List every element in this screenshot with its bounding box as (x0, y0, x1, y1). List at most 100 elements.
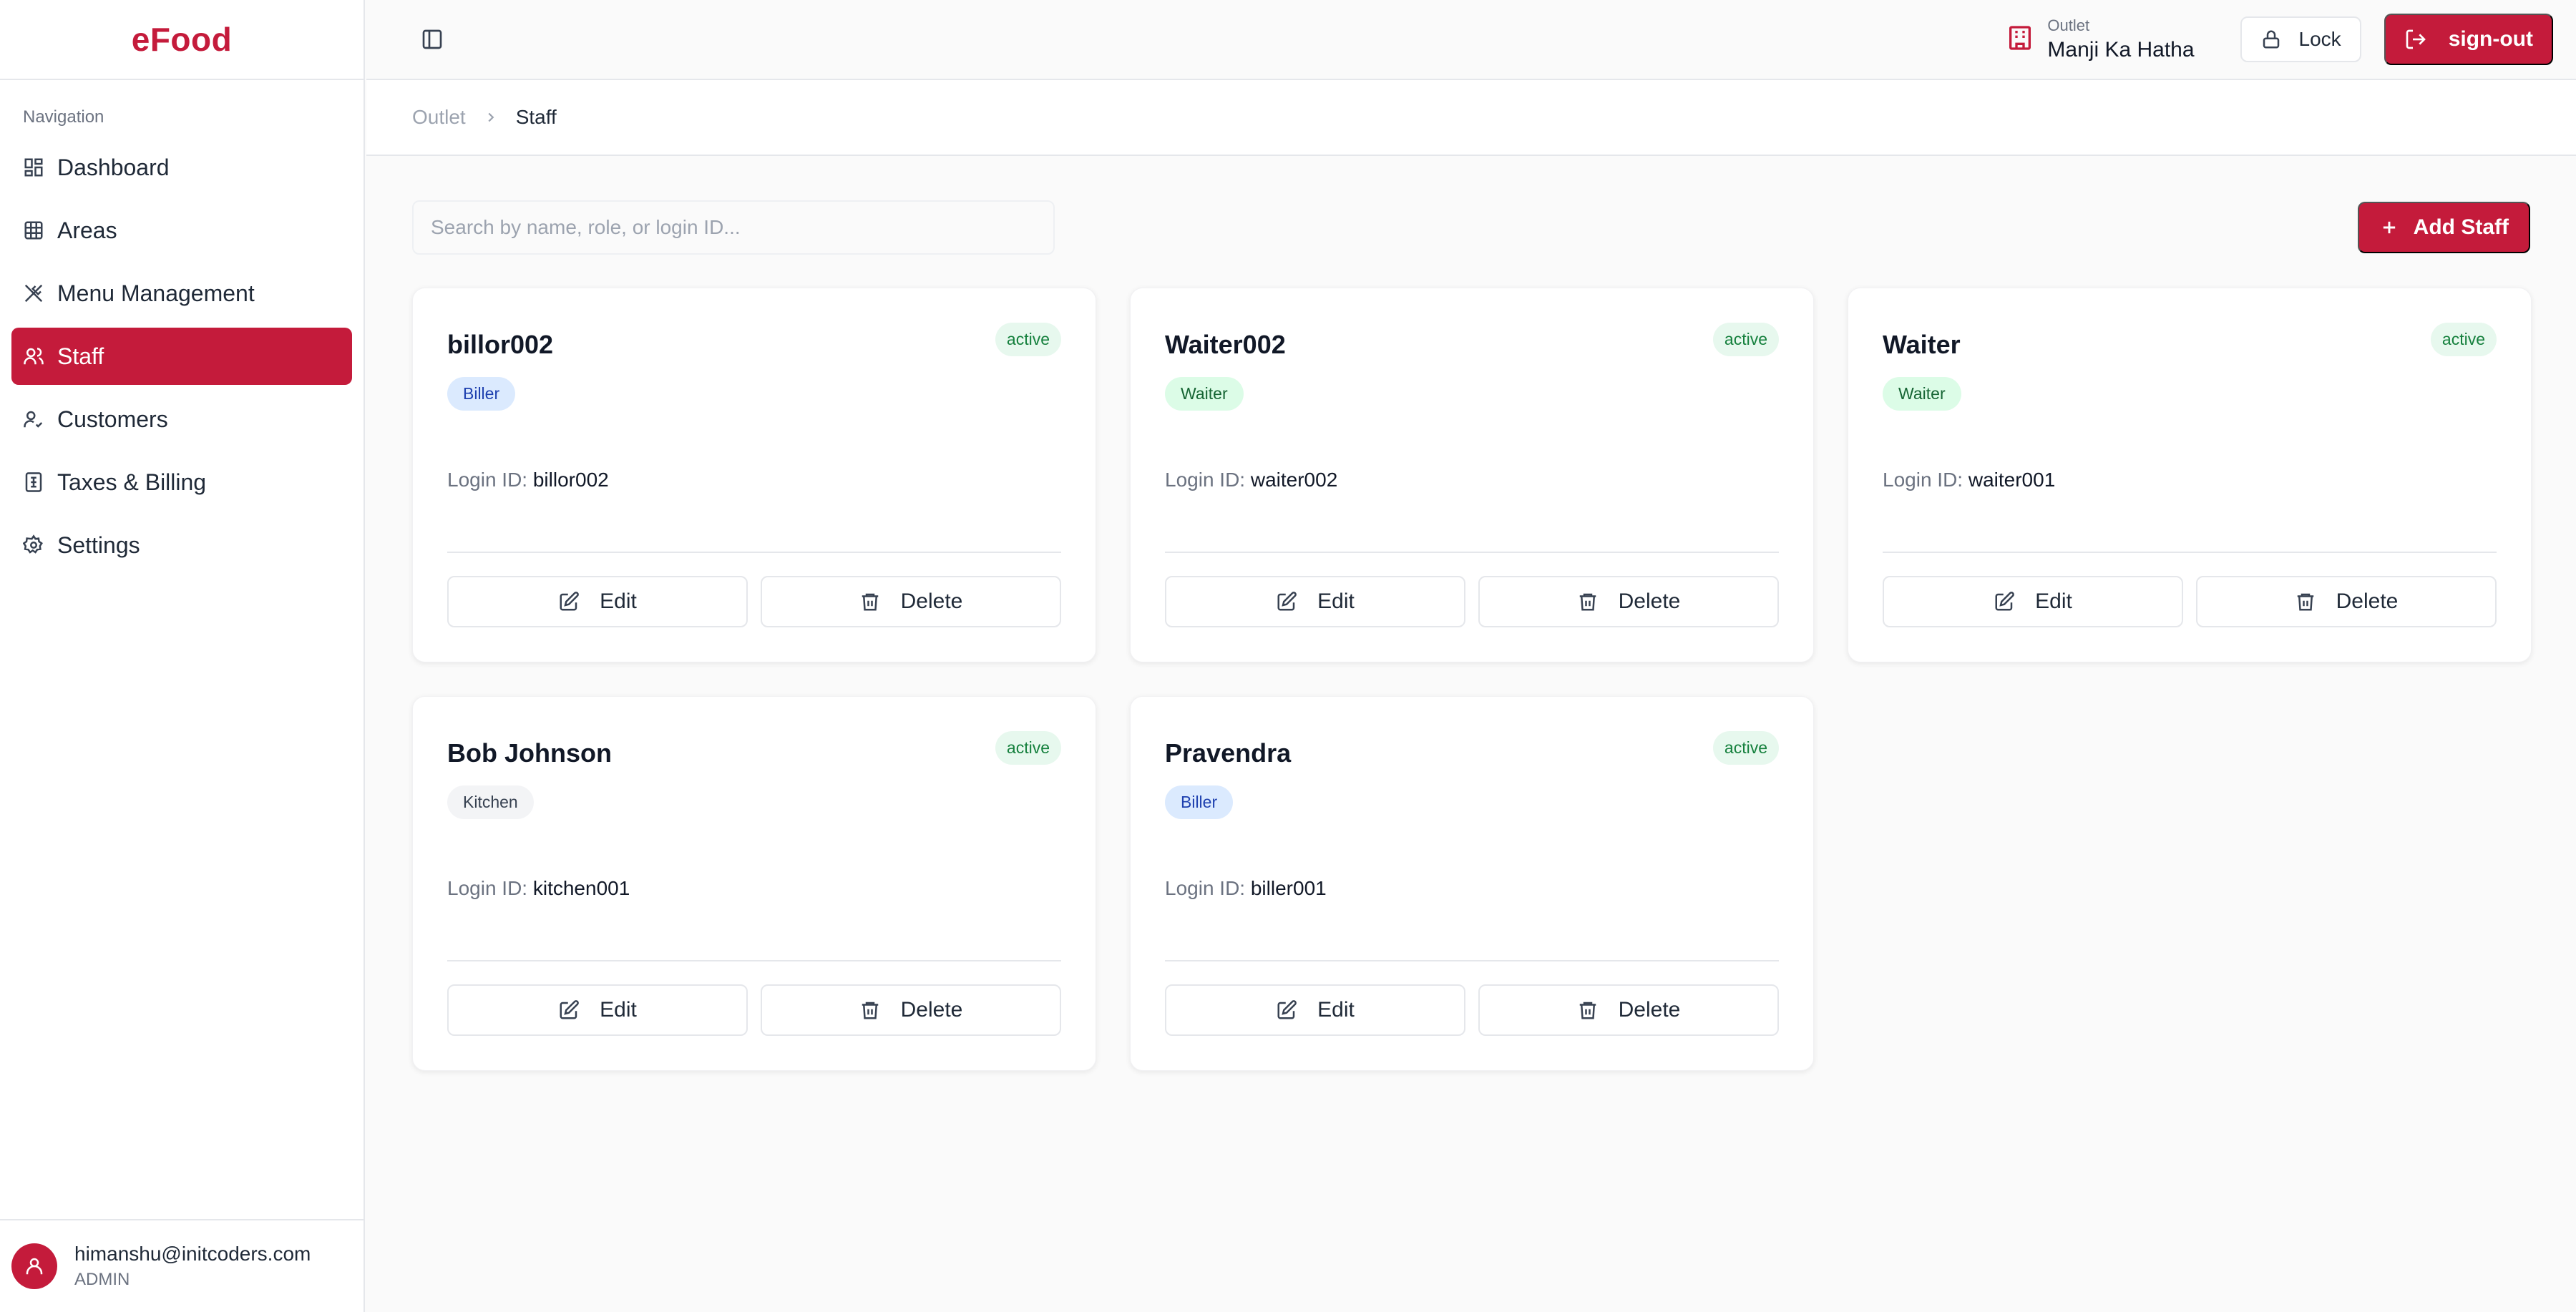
trash-icon (1579, 1002, 1596, 1019)
staff-name: billor002 (447, 330, 554, 359)
sidebar-item-staff[interactable]: Staff (11, 328, 352, 385)
sidebar-item-dashboard[interactable]: Dashboard (11, 139, 352, 196)
outlet-selector[interactable]: Outlet Manji Ka Hatha (2006, 16, 2195, 62)
delete-button[interactable]: Delete (2196, 576, 2497, 627)
staff-toolbar: Add Staff (412, 200, 2530, 255)
sidebar-item-customers[interactable]: Customers (11, 391, 352, 448)
login-id: Login ID: biller001 (1165, 877, 1327, 900)
add-staff-button[interactable]: Add Staff (2357, 202, 2530, 253)
delete-button[interactable]: Delete (1478, 576, 1779, 627)
sidebar-item-areas[interactable]: Areas (11, 202, 352, 259)
login-id-label: Login ID: (447, 469, 528, 491)
staff-name: Pravendra (1165, 738, 1292, 768)
divider (447, 552, 1061, 553)
divider (1883, 552, 2497, 553)
sidebar-item-menu-management[interactable]: Menu Management (11, 265, 352, 322)
staff-name: Waiter (1883, 330, 1961, 359)
user-check-icon (23, 408, 44, 430)
sidebar-item-label: Staff (57, 343, 104, 369)
topbar: Outlet Manji Ka Hatha Lock sign-out (366, 0, 2576, 80)
dashboard-icon (23, 157, 44, 178)
delete-label: Delete (1618, 998, 1681, 1022)
sidebar-nav: Dashboard Areas Menu Management Staff Cu… (0, 139, 364, 574)
edit-label: Edit (600, 589, 637, 613)
gear-icon (23, 534, 44, 556)
login-id-label: Login ID: (1883, 469, 1963, 491)
login-id: Login ID: waiter002 (1165, 469, 1337, 491)
staff-card: Bob Johnson active Kitchen Login ID: kit… (412, 696, 1096, 1071)
plus-icon (2383, 221, 2395, 234)
search-input[interactable] (412, 200, 1055, 255)
edit-button[interactable]: Edit (1883, 576, 2183, 627)
delete-button[interactable]: Delete (1478, 984, 1779, 1036)
lock-button[interactable]: Lock (2240, 16, 2361, 62)
role-badge: Biller (447, 377, 516, 411)
status-badge: active (995, 323, 1061, 356)
avatar (11, 1243, 57, 1289)
breadcrumb-outlet[interactable]: Outlet (412, 106, 466, 129)
brand-logo[interactable]: eFood (0, 0, 364, 80)
edit-icon (1277, 1000, 1297, 1019)
sidebar-toggle-icon (422, 29, 442, 49)
status-badge: active (1712, 731, 1779, 765)
login-id-value: waiter001 (1968, 469, 2056, 491)
delete-button[interactable]: Delete (761, 984, 1061, 1036)
login-id-value: waiter002 (1250, 469, 1338, 491)
login-id-value: kitchen001 (532, 877, 630, 899)
delete-label: Delete (900, 998, 963, 1022)
edit-icon (1995, 592, 2015, 611)
sidebar-item-settings[interactable]: Settings (11, 517, 352, 574)
user-role: ADMIN (74, 1270, 130, 1289)
edit-label: Edit (1317, 589, 1355, 613)
divider (447, 960, 1061, 961)
sidebar-toggle-button[interactable] (416, 24, 448, 55)
divider (1165, 960, 1779, 961)
user-profile[interactable]: himanshu@initcoders.com ADMIN (0, 1219, 365, 1312)
sign-out-button[interactable]: sign-out (2384, 14, 2553, 65)
staff-name: Bob Johnson (447, 738, 612, 768)
main-content: Add Staff billor002 active Biller Login … (412, 156, 2532, 1071)
staff-card: Pravendra active Biller Login ID: biller… (1130, 696, 1814, 1071)
edit-button[interactable]: Edit (447, 576, 748, 627)
login-id-value: billor002 (532, 469, 609, 491)
breadcrumb-current: Staff (515, 106, 557, 128)
status-badge: active (2430, 323, 2497, 356)
staff-card: Waiter active Waiter Login ID: waiter001… (1848, 288, 2532, 662)
edit-icon (1277, 592, 1297, 611)
login-id: Login ID: billor002 (447, 469, 609, 491)
staff-name: Waiter002 (1165, 330, 1286, 359)
delete-button[interactable]: Delete (761, 576, 1061, 627)
sidebar-item-label: Taxes & Billing (57, 469, 207, 495)
trash-icon (862, 593, 878, 611)
delete-label: Delete (1618, 589, 1681, 613)
delete-label: Delete (900, 589, 963, 613)
outlet-name: Manji Ka Hatha (2047, 38, 2195, 62)
edit-label: Edit (1317, 998, 1355, 1022)
grid-icon (23, 220, 44, 241)
delete-label: Delete (2336, 589, 2399, 613)
trash-icon (862, 1002, 878, 1019)
sign-out-label: sign-out (2448, 27, 2533, 51)
sidebar-item-label: Dashboard (57, 154, 170, 180)
edit-button[interactable]: Edit (447, 984, 748, 1036)
role-badge: Waiter (1883, 377, 1961, 411)
nav-heading: Navigation (23, 107, 104, 127)
sidebar-item-taxes-billing[interactable]: Taxes & Billing (11, 454, 352, 511)
user-icon (26, 1258, 43, 1275)
trash-icon (2297, 593, 2313, 611)
outlet-label: Outlet (2047, 16, 2090, 34)
staff-card: Waiter002 active Waiter Login ID: waiter… (1130, 288, 1814, 662)
edit-icon (560, 1000, 580, 1019)
sidebar-item-label: Menu Management (57, 280, 255, 306)
login-id-value: biller001 (1250, 877, 1327, 899)
edit-icon (560, 592, 580, 611)
edit-button[interactable]: Edit (1165, 576, 1465, 627)
role-badge: Biller (1165, 785, 1234, 819)
lock-icon (2263, 30, 2279, 49)
login-id: Login ID: waiter001 (1883, 469, 2055, 491)
lock-label: Lock (2298, 28, 2341, 50)
sidebar-item-label: Customers (57, 406, 168, 432)
role-badge: Waiter (1165, 377, 1244, 411)
login-id-label: Login ID: (1165, 469, 1246, 491)
edit-button[interactable]: Edit (1165, 984, 1465, 1036)
